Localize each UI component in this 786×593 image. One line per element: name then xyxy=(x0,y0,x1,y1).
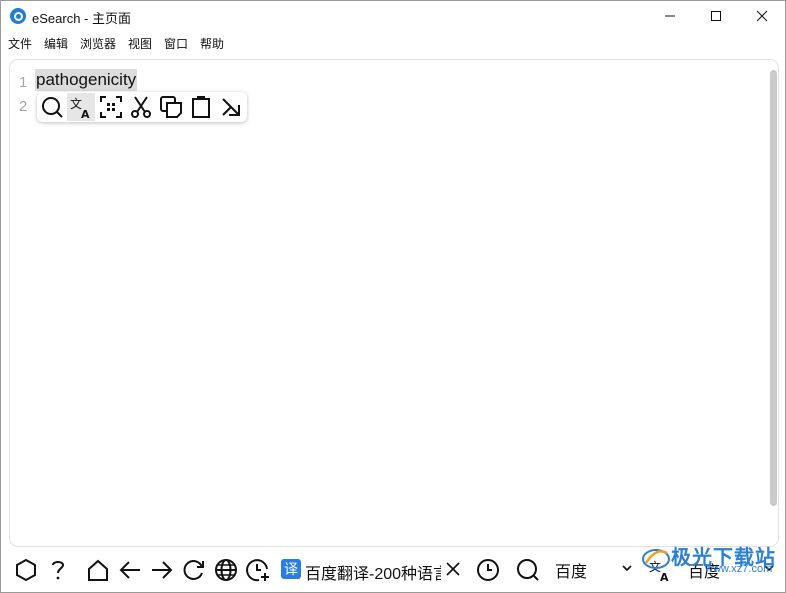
arrow-right-icon xyxy=(152,561,173,579)
vertical-scrollbar[interactable] xyxy=(770,70,777,506)
copy-icon xyxy=(160,96,182,118)
watermark: 极光下载站 www.xz7.com xyxy=(641,541,781,575)
menu-window[interactable]: 窗口 xyxy=(164,35,188,52)
search-icon xyxy=(517,559,539,581)
menu-bar: 文件 编辑 浏览器 视图 窗口 帮助 xyxy=(1,31,785,53)
selected-text-line[interactable]: pathogenicity xyxy=(35,69,138,91)
watermark-url: www.xz7.com xyxy=(705,563,773,575)
back-button[interactable] xyxy=(117,557,143,583)
hexagon-icon xyxy=(16,558,36,582)
open-in-browser-button[interactable] xyxy=(213,557,239,583)
globe-icon xyxy=(215,559,237,581)
add-history-button[interactable] xyxy=(245,557,271,583)
maximize-icon xyxy=(711,11,721,21)
translate-site-icon: 译 xyxy=(281,559,301,579)
cut-button[interactable] xyxy=(127,93,155,121)
reload-icon xyxy=(183,560,204,580)
delete-selection-button[interactable] xyxy=(217,93,245,121)
search-selection-button[interactable] xyxy=(38,93,66,121)
selection-toolbar: 文A xyxy=(37,92,247,122)
line-number: 2 xyxy=(19,98,28,115)
close-icon xyxy=(446,562,460,576)
maximize-button[interactable] xyxy=(693,1,739,31)
menu-browser[interactable]: 浏览器 xyxy=(80,35,116,52)
chevron-down-icon[interactable] xyxy=(621,563,633,573)
minimize-button[interactable] xyxy=(647,1,693,31)
title-bar: eSearch - 主页面 xyxy=(1,1,785,31)
forward-button[interactable] xyxy=(149,557,175,583)
svg-text:A: A xyxy=(81,108,90,119)
tab-label: 百度翻译-200种语言 xyxy=(305,566,441,583)
copy-button[interactable] xyxy=(157,93,185,121)
watermark-logo-icon xyxy=(642,549,670,569)
search-engine-button[interactable] xyxy=(515,557,541,583)
app-window: eSearch - 主页面 文件 编辑 浏览器 视图 窗口 帮助 1 2 pat… xyxy=(0,0,786,593)
minimize-icon xyxy=(665,15,675,17)
app-logo-icon xyxy=(10,8,26,24)
reload-button[interactable] xyxy=(181,557,207,583)
search-icon xyxy=(42,97,63,118)
close-button[interactable] xyxy=(739,1,785,31)
window-title: eSearch - 主页面 xyxy=(32,11,131,26)
line-number-gutter: 1 2 xyxy=(19,71,27,119)
tab-close-button[interactable] xyxy=(442,558,464,580)
ocr-selection-button[interactable] xyxy=(97,93,125,121)
paste-icon xyxy=(192,96,210,118)
settings-button[interactable] xyxy=(13,557,39,583)
menu-view[interactable]: 视图 xyxy=(128,35,152,52)
history-clock-icon xyxy=(477,559,499,581)
paste-button[interactable] xyxy=(187,93,215,121)
question-icon xyxy=(52,561,65,580)
arrow-left-icon xyxy=(119,561,140,579)
menu-help[interactable]: 帮助 xyxy=(200,35,224,52)
translate-selection-button[interactable]: 文A xyxy=(67,93,95,121)
browser-tab[interactable]: 译 百度翻译-200种语言 xyxy=(279,557,464,583)
text-editor[interactable]: 1 2 pathogenicity 文A xyxy=(9,59,779,547)
clock-add-icon xyxy=(246,559,269,582)
cut-icon xyxy=(131,96,151,118)
close-icon xyxy=(756,10,768,22)
translate-icon: 文A xyxy=(70,96,90,119)
home-button[interactable] xyxy=(85,557,111,583)
line-number: 1 xyxy=(19,74,28,91)
home-icon xyxy=(88,559,108,581)
search-engine-select[interactable]: 百度 xyxy=(555,558,587,582)
history-button[interactable] xyxy=(475,557,501,583)
help-button[interactable] xyxy=(45,557,71,583)
menu-file[interactable]: 文件 xyxy=(8,35,32,52)
delete-selection-icon xyxy=(222,98,240,116)
screenshot-ocr-icon xyxy=(100,96,122,118)
menu-edit[interactable]: 编辑 xyxy=(44,35,68,52)
